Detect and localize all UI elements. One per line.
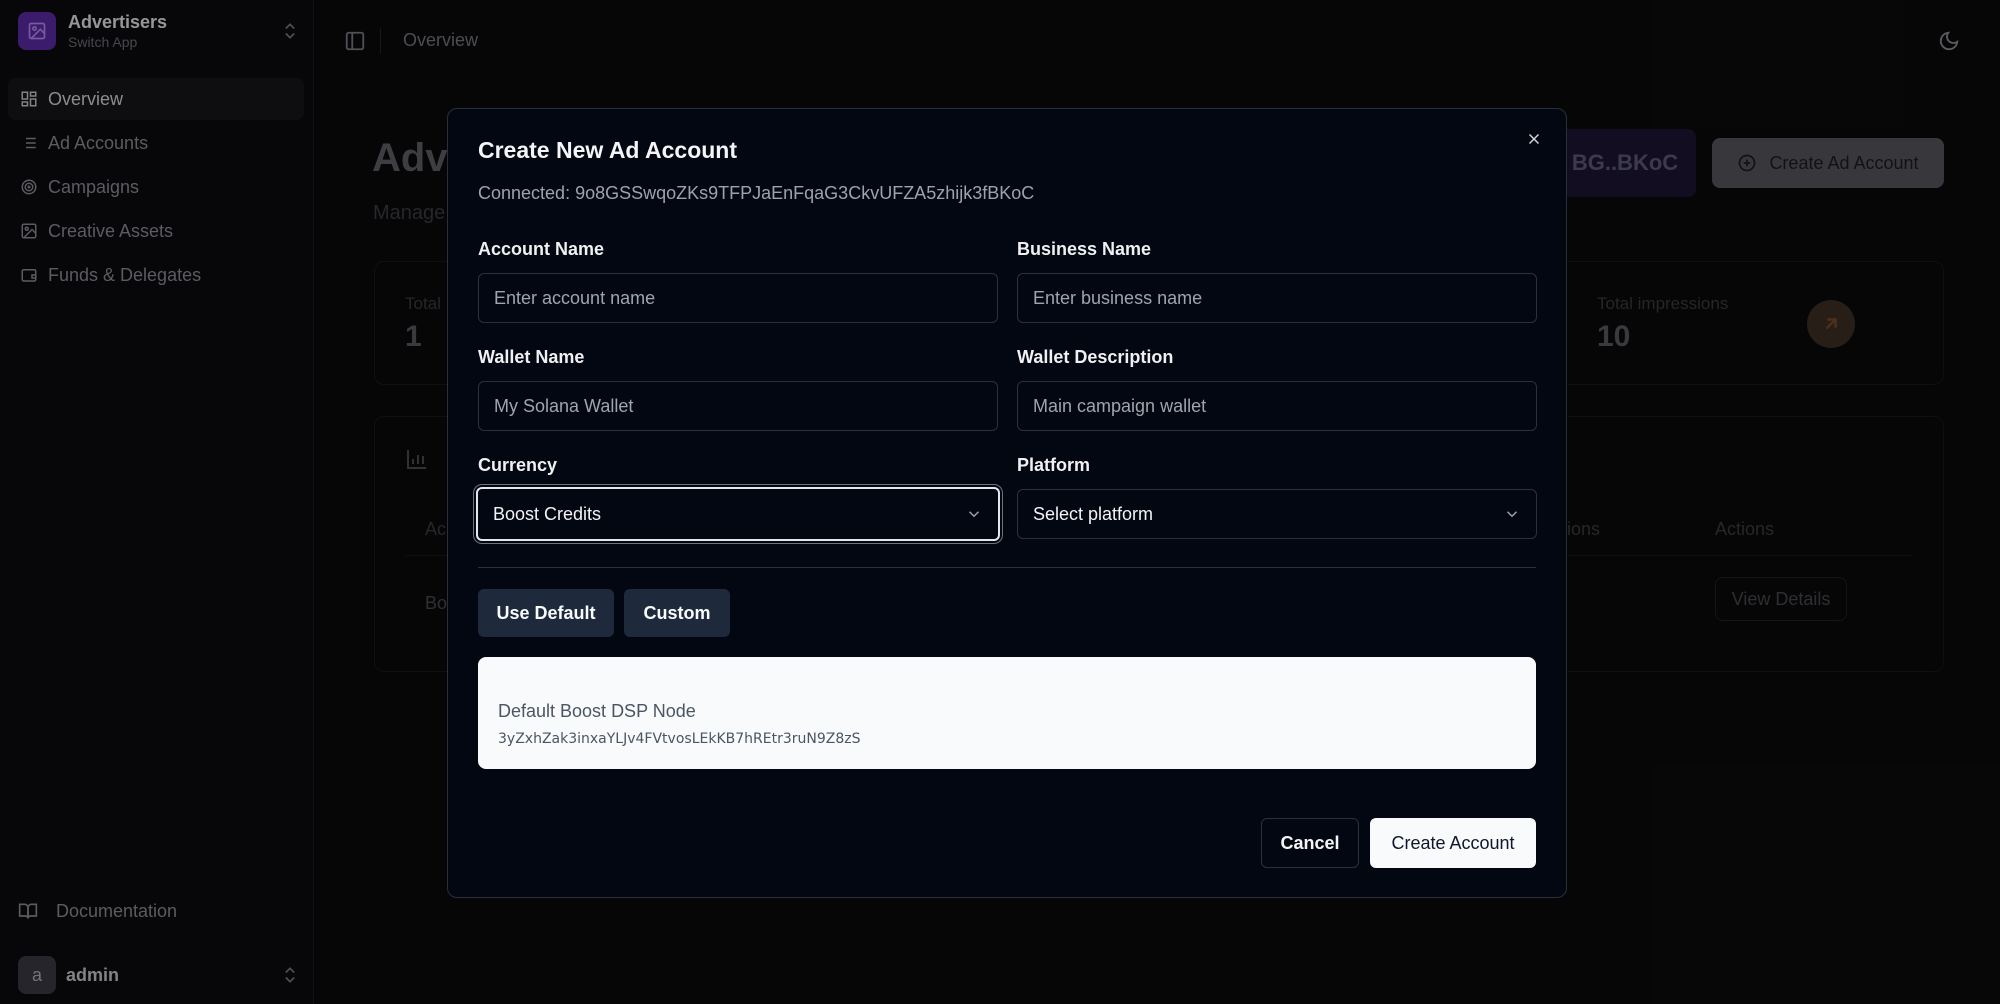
chevron-down-icon <box>1506 511 1518 518</box>
close-button[interactable] <box>1522 127 1546 151</box>
wallet-name-input[interactable] <box>478 381 998 431</box>
custom-button[interactable]: Custom <box>624 589 730 637</box>
platform-label: Platform <box>1017 455 1091 475</box>
wallet-name-label: Wallet Name <box>478 347 585 367</box>
default-node-card: Default Boost DSP Node 3yZxhZak3inxaYLJv… <box>478 657 1536 769</box>
node-address: 3yZxhZak3inxaYLJv4FVtvosLEkKB7hREtr3ruN9… <box>498 731 861 747</box>
chevron-down-icon <box>968 511 980 518</box>
dialog-divider <box>478 567 1536 568</box>
currency-selected-value: Boost Credits <box>493 503 602 524</box>
connected-wallet: Connected: 9o8GSSwqoZKs9TFPJaEnFqaG3CkvU… <box>478 183 1035 203</box>
create-account-button[interactable]: Create Account <box>1370 818 1536 868</box>
account-name-input[interactable] <box>478 273 998 323</box>
currency-label: Currency <box>478 455 558 475</box>
platform-selected-value: Select platform <box>1033 503 1154 524</box>
node-title: Default Boost DSP Node <box>498 701 696 721</box>
close-icon <box>1528 133 1540 145</box>
dialog-title: Create New Ad Account <box>478 137 738 163</box>
wallet-description-label: Wallet Description <box>1017 347 1174 367</box>
account-name-label: Account Name <box>478 239 605 259</box>
wallet-description-input[interactable] <box>1017 381 1537 431</box>
business-name-input[interactable] <box>1017 273 1537 323</box>
use-default-button[interactable]: Use Default <box>478 589 614 637</box>
currency-select[interactable]: Boost Credits <box>476 487 1000 541</box>
cancel-button[interactable]: Cancel <box>1261 818 1359 868</box>
create-ad-account-dialog: Create New Ad Account Connected: 9o8GSSw… <box>447 108 1567 898</box>
business-name-label: Business Name <box>1017 239 1152 259</box>
platform-select[interactable]: Select platform <box>1017 489 1537 539</box>
